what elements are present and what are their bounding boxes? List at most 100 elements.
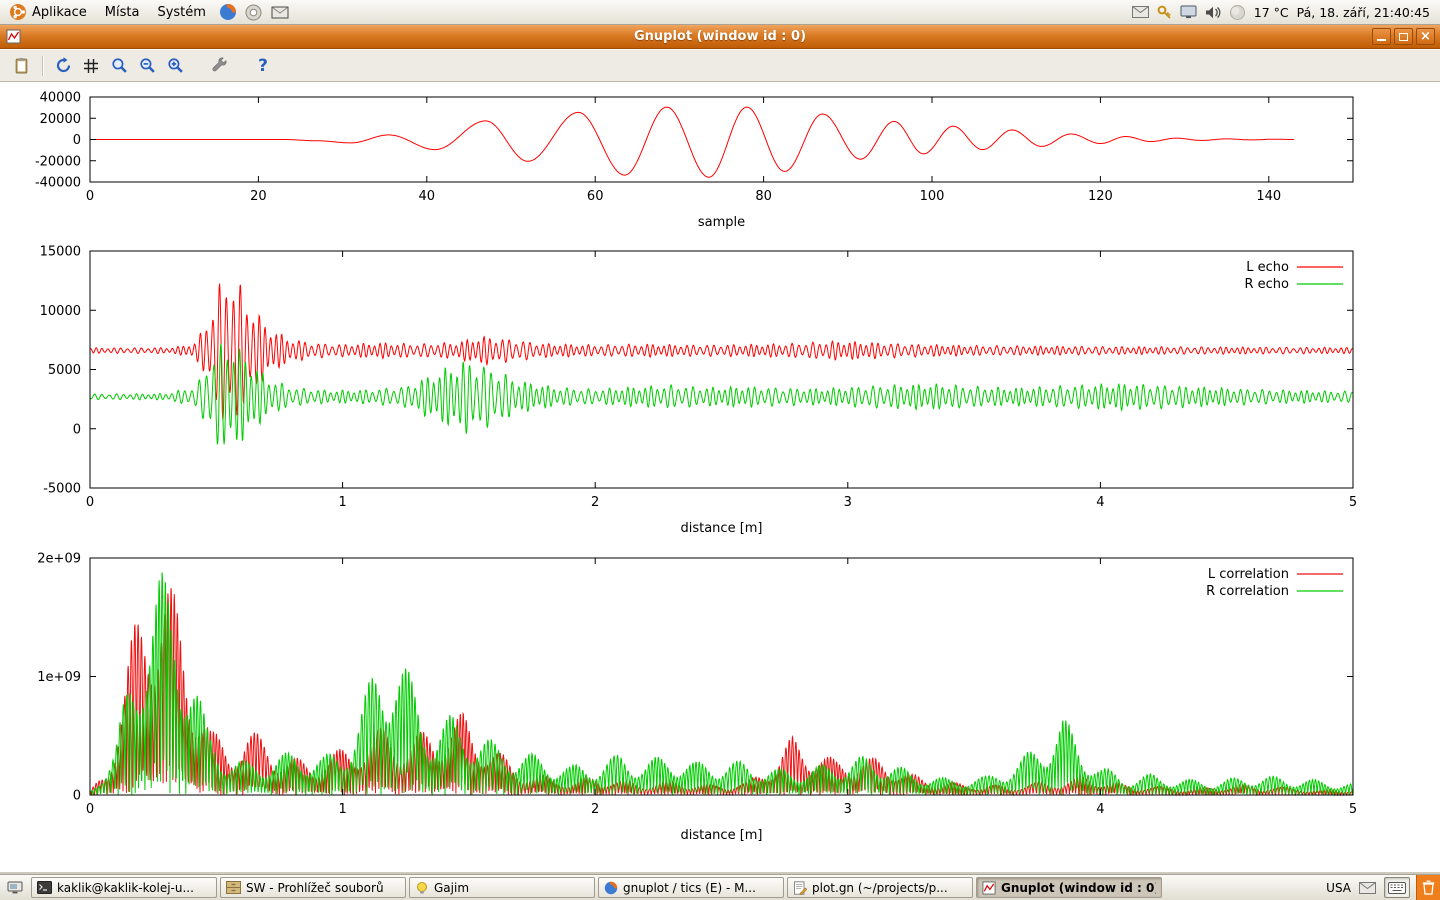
firefox-icon [219,3,237,21]
zoom-in-button[interactable] [162,53,188,79]
taskbar-window-firefox[interactable]: gnuplot / tics (E) - M... [598,877,784,898]
settings-button[interactable] [206,53,232,79]
zoom-in-icon [167,57,184,74]
volume-icon[interactable] [1205,5,1221,20]
svg-text:15000: 15000 [40,245,81,260]
svg-text:4: 4 [1096,802,1104,817]
close-icon: × [1420,30,1431,43]
svg-text:0: 0 [73,133,81,148]
gnuplot-toolbar: ? [0,49,1440,82]
signal-waveform-chart[interactable]: 020406080100120140-40000-200000200004000… [0,82,1440,240]
grid-toggle-button[interactable] [78,53,104,79]
zoom-out-button[interactable] [134,53,160,79]
temperature-label[interactable]: 17 °C [1254,5,1289,20]
grid-icon [83,58,99,74]
help-icon: ? [258,56,268,76]
echo-chart[interactable]: 012345-5000050001000015000distance [m]L … [0,240,1440,546]
refresh-icon [55,57,72,74]
taskbar-window-label: plot.gn (~/projects/p... [812,881,948,895]
gnuplot-canvas: 020406080100120140-40000-200000200004000… [0,82,1440,872]
svg-text:L correlation: L correlation [1208,567,1289,582]
keyring-icon[interactable] [1157,5,1172,20]
window-title: Gnuplot (window id : 0) [0,29,1440,44]
mail-notification-icon[interactable] [1132,6,1149,18]
clock-label[interactable]: Pá, 18. září, 21:40:45 [1297,5,1430,20]
svg-text:1: 1 [338,802,346,817]
minimize-icon [1377,32,1386,41]
svg-text:20: 20 [250,189,267,204]
close-button[interactable]: × [1416,28,1435,45]
svg-text:-40000: -40000 [35,176,81,191]
svg-text:20000: 20000 [40,112,81,127]
text-editor-icon [793,881,807,895]
taskbar-window-gajim[interactable]: Gajim [409,877,595,898]
keyboard-layout-label[interactable]: USA [1326,881,1351,895]
window-titlebar[interactable]: Gnuplot (window id : 0) × [0,25,1440,49]
svg-text:100: 100 [920,189,945,204]
mail-applet-icon[interactable] [1359,882,1376,894]
menu-system-label: Systém [157,5,205,20]
svg-text:3: 3 [844,802,852,817]
svg-text:2: 2 [591,495,599,510]
svg-text:2: 2 [591,802,599,817]
taskbar-window-label: gnuplot / tics (E) - M... [623,881,756,895]
file-manager-icon [226,881,241,894]
weather-icon[interactable] [1229,4,1246,21]
taskbar-window-label: Gajim [434,881,469,895]
taskbar-window-terminal[interactable]: kaklik@kaklik-kolej-u... [31,877,217,898]
trash-applet[interactable] [1416,875,1440,900]
maximize-icon [1399,33,1408,41]
svg-text:R correlation: R correlation [1206,584,1289,599]
svg-text:1e+09: 1e+09 [37,670,81,685]
menu-system[interactable]: Systém [148,0,214,24]
firefox-launcher[interactable] [215,0,241,24]
zoom-reset-button[interactable] [106,53,132,79]
zoom-out-icon [139,57,156,74]
taskbar-window-label: Gnuplot (window id : 0) [1001,881,1156,895]
taskbar-window-editor[interactable]: plot.gn (~/projects/p... [787,877,973,898]
svg-text:distance [m]: distance [m] [680,521,762,536]
svg-text:60: 60 [587,189,604,204]
help-launcher[interactable] [241,0,267,24]
keyboard-icon [1388,882,1406,894]
menu-applications-label: Aplikace [32,5,87,20]
gajim-icon [415,881,429,895]
svg-text:distance [m]: distance [m] [680,828,762,843]
svg-text:4: 4 [1096,495,1104,510]
taskbar-window-gnuplot[interactable]: Gnuplot (window id : 0) [976,877,1162,898]
replot-button[interactable] [50,53,76,79]
zoom-reset-icon [111,57,128,74]
svg-text:0: 0 [73,789,81,804]
help-button[interactable]: ? [250,53,276,79]
svg-text:0: 0 [86,802,94,817]
gnome-top-panel: Aplikace Místa Systém [0,0,1440,25]
display-icon[interactable] [1180,5,1197,19]
terminal-icon [37,881,52,894]
svg-text:2e+09: 2e+09 [37,552,81,567]
firefox-icon [604,881,618,895]
svg-text:0: 0 [86,495,94,510]
svg-text:sample: sample [698,215,745,230]
copy-clipboard-button[interactable] [8,53,34,79]
minimize-button[interactable] [1372,28,1391,45]
menu-places-label: Místa [105,5,140,20]
ubuntu-logo-icon [9,3,27,21]
svg-text:L echo: L echo [1246,260,1289,275]
menu-applications[interactable]: Aplikace [0,0,96,24]
svg-text:-20000: -20000 [35,154,81,169]
menu-places[interactable]: Místa [96,0,149,24]
maximize-button[interactable] [1394,28,1413,45]
wrench-icon [211,57,228,74]
svg-text:140: 140 [1256,189,1281,204]
show-desktop-button[interactable] [2,877,28,899]
correlation-chart[interactable]: 01234501e+092e+09distance [m]L correlati… [0,546,1440,872]
svg-text:40: 40 [419,189,436,204]
mail-launcher[interactable] [267,0,293,24]
keyboard-indicator-button[interactable] [1384,877,1410,898]
window-controls: × [1372,28,1440,45]
panel-status-area: 17 °C Pá, 18. září, 21:40:45 [1132,4,1440,21]
toolbar-separator [42,56,44,76]
taskbar-window-file-manager[interactable]: SW - Prohlížeč souborů [220,877,406,898]
svg-text:-5000: -5000 [43,482,81,497]
mail-icon [271,6,289,19]
